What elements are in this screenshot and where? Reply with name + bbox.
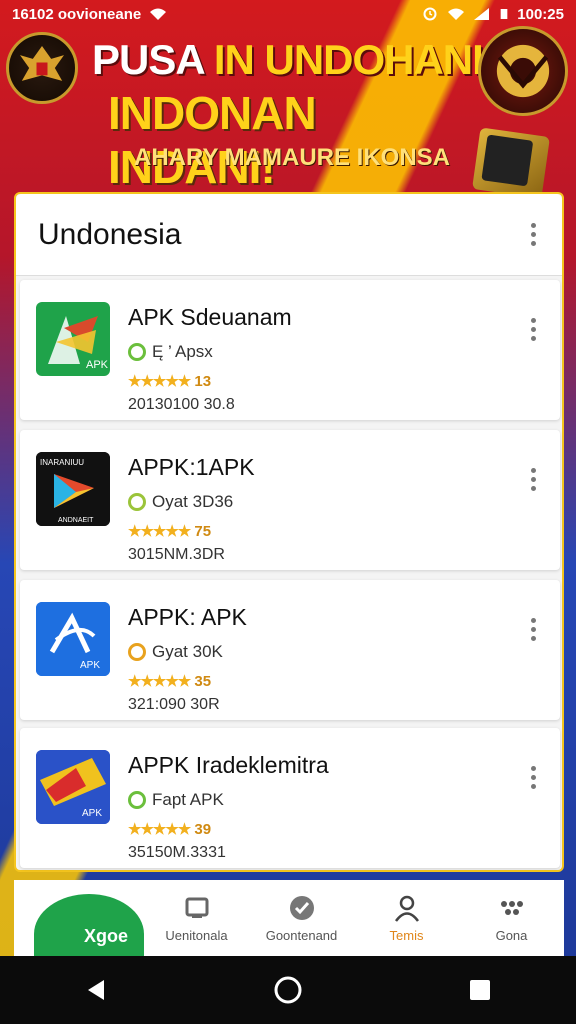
person-icon: [394, 895, 419, 922]
nav-label: Uenitonala: [165, 927, 228, 943]
rating-value: 75: [194, 523, 212, 540]
bottom-navigation: Xgoe Uenitonala Goontenand Temis Gona: [14, 880, 564, 956]
tv-icon: [185, 897, 208, 918]
nav-item-uenitonala[interactable]: Uenitonala: [144, 894, 249, 943]
nav-label: Goontenand: [265, 927, 338, 943]
app-name: APK Sdeuanam: [128, 304, 292, 330]
svg-text:APK: APK: [80, 660, 100, 671]
star-rating-icon: ★★★★★: [128, 821, 191, 838]
home-button[interactable]: [258, 960, 318, 1020]
panel-more-icon[interactable]: [527, 219, 540, 250]
battery-icon: [500, 9, 508, 19]
banner-headline-part2: IN UNDOHANI: [213, 36, 484, 83]
logo-text: Xgoe: [84, 926, 129, 946]
back-triangle-icon: [88, 980, 104, 1000]
banner-tagline: AHARY MAMAURE IKONSA: [134, 144, 451, 171]
app-rating: ★★★★★ 75: [128, 522, 211, 540]
status-time: 100:25: [517, 5, 564, 23]
alarm-icon: [423, 7, 437, 21]
app-date: 35150M.3331: [128, 844, 226, 861]
garuda-emblem-icon: [6, 32, 78, 104]
star-rating-icon: ★★★★★: [128, 673, 191, 690]
banner-headline: PUSA IN UNDOHANI: [92, 36, 492, 84]
svg-text:APK: APK: [82, 808, 102, 819]
rating-value: 39: [194, 821, 212, 838]
banner-subheadline: INDONAN INDANI!: [108, 87, 317, 193]
app-meta: Oyat 3D36: [128, 492, 233, 512]
app-meta: Gyat 30K: [128, 642, 223, 662]
star-rating-icon: ★★★★★: [128, 523, 191, 540]
app-more-icon[interactable]: [527, 314, 540, 345]
app-logo[interactable]: Xgoe: [14, 880, 144, 956]
check-circle-icon: [289, 895, 314, 920]
app-icon-appstore: APK: [36, 602, 110, 676]
app-name: APPK: APK: [128, 604, 247, 630]
recents-square-icon: [470, 980, 490, 1000]
app-name: APPK:1APK: [128, 454, 255, 480]
nav-label: Gona: [495, 927, 528, 943]
back-button[interactable]: [66, 960, 126, 1020]
app-rating: ★★★★★ 39: [128, 820, 211, 838]
app-list-panel: Undonesia APK APK Sdeuanam Ę ’ Apsx ★★★★…: [14, 192, 564, 872]
app-icon-android: APK: [36, 302, 110, 376]
app-meta-text: Fapt APK: [152, 790, 224, 809]
eagle-badge-icon: [478, 26, 568, 116]
dots-icon: [500, 900, 523, 915]
app-meta: Fapt APK: [128, 790, 224, 810]
nav-item-temis[interactable]: Temis: [354, 894, 459, 943]
status-bar: 16102 oovioneane 100:25: [0, 0, 576, 28]
recents-button[interactable]: [450, 960, 510, 1020]
nav-item-gona[interactable]: Gona: [459, 894, 564, 943]
verified-badge-icon: [128, 791, 146, 809]
app-more-icon[interactable]: [527, 464, 540, 495]
system-navigation-bar: [0, 956, 576, 1024]
phone-illustration-icon: [472, 127, 550, 199]
app-card[interactable]: APK APPK Iradeklemitra Fapt APK ★★★★★ 39…: [20, 728, 560, 868]
svg-text:ANDNAEIT: ANDNAEIT: [58, 517, 94, 524]
nav-label: Temis: [389, 927, 424, 943]
home-circle-icon: [274, 976, 302, 1004]
app-date: 321:090 30R: [128, 696, 220, 713]
app-card[interactable]: APK APPK: APK Gyat 30K ★★★★★ 35 321:090 …: [20, 580, 560, 720]
app-meta: Ę ’ Apsx: [128, 342, 213, 362]
app-date: 3015NM.3DR: [128, 546, 225, 563]
app-meta-text: Ę ’ Apsx: [152, 342, 213, 361]
app-icon-play: INARANIUU ANDNAEIT: [36, 452, 110, 526]
app-more-icon[interactable]: [527, 614, 540, 645]
verified-badge-icon: [128, 643, 146, 661]
app-rating: ★★★★★ 13: [128, 372, 211, 390]
verified-badge-icon: [128, 493, 146, 511]
app-date: 20130100 30.8: [128, 396, 235, 413]
app-icon-banner: APK: [36, 750, 110, 824]
svg-text:APK: APK: [86, 359, 109, 371]
promo-banner[interactable]: PUSA IN UNDOHANI INDONAN INDANI! AHARY M…: [0, 26, 576, 199]
status-text: 16102 oovioneane: [12, 5, 142, 23]
app-more-icon[interactable]: [527, 762, 540, 793]
banner-headline-part1: PUSA: [92, 36, 204, 83]
rating-value: 35: [194, 673, 212, 690]
app-card[interactable]: INARANIUU ANDNAEIT APPK:1APK Oyat 3D36 ★…: [20, 430, 560, 570]
nav-item-goontenand[interactable]: Goontenand: [249, 894, 354, 943]
star-rating-icon: ★★★★★: [128, 373, 191, 390]
panel-header: Undonesia: [16, 194, 562, 276]
wifi-icon: [448, 8, 465, 20]
app-rating: ★★★★★ 35: [128, 672, 211, 690]
app-meta-text: Gyat 30K: [152, 642, 223, 661]
rating-value: 13: [194, 373, 212, 390]
svg-text:INARANIUU: INARANIUU: [40, 458, 84, 467]
app-name: APPK Iradeklemitra: [128, 752, 329, 778]
panel-title: Undonesia: [38, 217, 182, 251]
verified-badge-icon: [128, 343, 146, 361]
signal-icon: [474, 8, 490, 20]
wifi-small-icon: [150, 8, 167, 20]
app-card[interactable]: APK APK Sdeuanam Ę ’ Apsx ★★★★★ 13 20130…: [20, 280, 560, 420]
app-meta-text: Oyat 3D36: [152, 492, 234, 511]
